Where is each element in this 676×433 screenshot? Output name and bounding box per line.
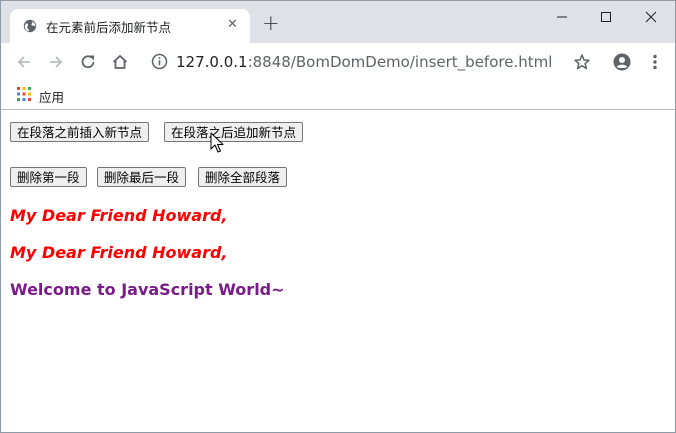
tab-close-icon[interactable]: ✕ [227, 17, 238, 32]
apps-label[interactable]: 应用 [39, 87, 64, 106]
info-icon[interactable] [151, 53, 168, 70]
menu-icon[interactable] [645, 52, 665, 72]
tab-strip: 在元素前后添加新节点 ✕ + [1, 1, 675, 43]
browser-window: 在元素前后添加新节点 ✕ + 127.0.0.1:8848/BomDomDemo… [0, 0, 676, 433]
reload-icon[interactable] [78, 52, 98, 72]
close-window-button[interactable] [629, 5, 673, 27]
paragraph-3: Welcome to JavaScript World~ [10, 280, 285, 299]
url-host: 127.0.0.1 [176, 53, 248, 71]
browser-toolbar: 127.0.0.1:8848/BomDomDemo/insert_before.… [1, 43, 675, 81]
forward-icon[interactable] [46, 52, 66, 72]
back-icon[interactable] [14, 52, 34, 72]
delete-last-button[interactable]: 删除最后一段 [97, 167, 187, 187]
cursor-icon [210, 132, 224, 153]
account-icon[interactable] [612, 52, 632, 72]
new-tab-button[interactable]: + [262, 13, 280, 34]
insert-after-button[interactable]: 在段落之后追加新节点 [164, 122, 304, 142]
minimize-button[interactable] [540, 5, 584, 27]
close-icon [645, 11, 657, 23]
bookmarks-bar: 应用 [1, 81, 675, 110]
page-content: 在段落之前插入新节点 在段落之后追加新节点 删除第一段 删除最后一段 删除全部段… [1, 110, 675, 432]
globe-icon [23, 19, 37, 33]
delete-first-button[interactable]: 删除第一段 [10, 167, 87, 187]
maximize-button[interactable] [584, 5, 628, 27]
home-icon[interactable] [110, 52, 130, 72]
delete-all-button[interactable]: 删除全部段落 [198, 167, 288, 187]
minimize-icon [557, 16, 567, 18]
paragraph-2: My Dear Friend Howard, [10, 243, 228, 262]
paragraph-1: My Dear Friend Howard, [10, 206, 228, 225]
apps-icon[interactable] [17, 87, 31, 101]
insert-before-button[interactable]: 在段落之前插入新节点 [10, 122, 150, 142]
maximize-icon [601, 12, 611, 22]
tab-active[interactable]: 在元素前后添加新节点 ✕ [10, 9, 250, 43]
tab-title: 在元素前后添加新节点 [46, 20, 172, 35]
star-icon[interactable] [572, 52, 592, 72]
url-path: :8848/BomDomDemo/insert_before.html [247, 53, 553, 71]
address-bar[interactable]: 127.0.0.1:8848/BomDomDemo/insert_before.… [176, 53, 552, 71]
